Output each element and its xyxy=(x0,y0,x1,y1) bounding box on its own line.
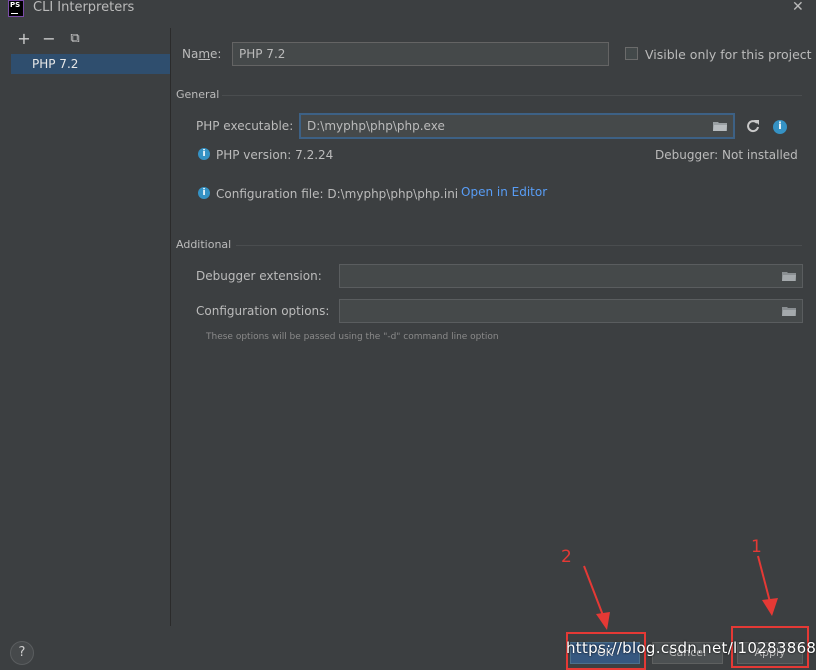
name-label: Name: xyxy=(182,47,222,61)
configuration-options-field[interactable] xyxy=(339,299,803,323)
browse-folder-icon[interactable] xyxy=(782,306,796,316)
watermark-text: https://blog.csdn.net/l1028386804 xyxy=(566,639,816,657)
general-separator xyxy=(222,95,802,96)
copy-interpreter-button[interactable]: ⧉ xyxy=(67,31,83,47)
config-file-text: Configuration file: D:\myphp\php\php.ini xyxy=(216,187,459,201)
debugger-status-text: Debugger: Not installed xyxy=(655,148,798,162)
annotation-arrow-1 xyxy=(757,555,778,616)
debugger-extension-label: Debugger extension: xyxy=(196,269,322,283)
window-title: CLI Interpreters xyxy=(33,0,135,15)
php-executable-field[interactable]: D:\myphp\php\php.exe xyxy=(299,113,735,139)
info-icon: i xyxy=(198,187,210,199)
annotation-arrow-2 xyxy=(583,565,610,630)
visible-only-checkbox[interactable] xyxy=(625,47,638,60)
general-section-title: General xyxy=(176,88,220,101)
name-field[interactable]: PHP 7.2 xyxy=(232,42,609,66)
info-icon: i xyxy=(198,148,210,160)
close-icon[interactable]: ✕ xyxy=(792,0,804,15)
info-icon[interactable]: i xyxy=(773,120,787,134)
phpstorm-logo-icon: PS xyxy=(8,0,24,17)
list-item-label: PHP 7.2 xyxy=(32,57,79,71)
options-hint-text: These options will be passed using the "… xyxy=(206,332,499,342)
interpreter-list-panel xyxy=(0,28,170,626)
help-button[interactable]: ? xyxy=(10,641,34,665)
list-item[interactable]: PHP 7.2 xyxy=(11,54,170,74)
php-executable-label: PHP executable: xyxy=(196,119,294,133)
configuration-options-label: Configuration options: xyxy=(196,304,330,318)
debugger-extension-field[interactable] xyxy=(339,264,803,288)
panel-divider xyxy=(170,28,171,626)
additional-separator xyxy=(236,245,802,246)
open-in-editor-link[interactable]: Open in Editor xyxy=(461,185,547,199)
php-version-text: PHP version: 7.2.24 xyxy=(216,148,334,162)
name-value: PHP 7.2 xyxy=(239,47,286,61)
browse-folder-icon[interactable] xyxy=(713,121,727,131)
browse-folder-icon[interactable] xyxy=(782,271,796,281)
add-interpreter-button[interactable]: + xyxy=(16,31,32,47)
remove-interpreter-button[interactable]: − xyxy=(41,31,57,47)
php-executable-value: D:\myphp\php\php.exe xyxy=(307,119,445,133)
refresh-icon[interactable] xyxy=(746,119,760,133)
visible-only-label: Visible only for this project xyxy=(645,47,812,62)
additional-section-title: Additional xyxy=(176,238,232,251)
